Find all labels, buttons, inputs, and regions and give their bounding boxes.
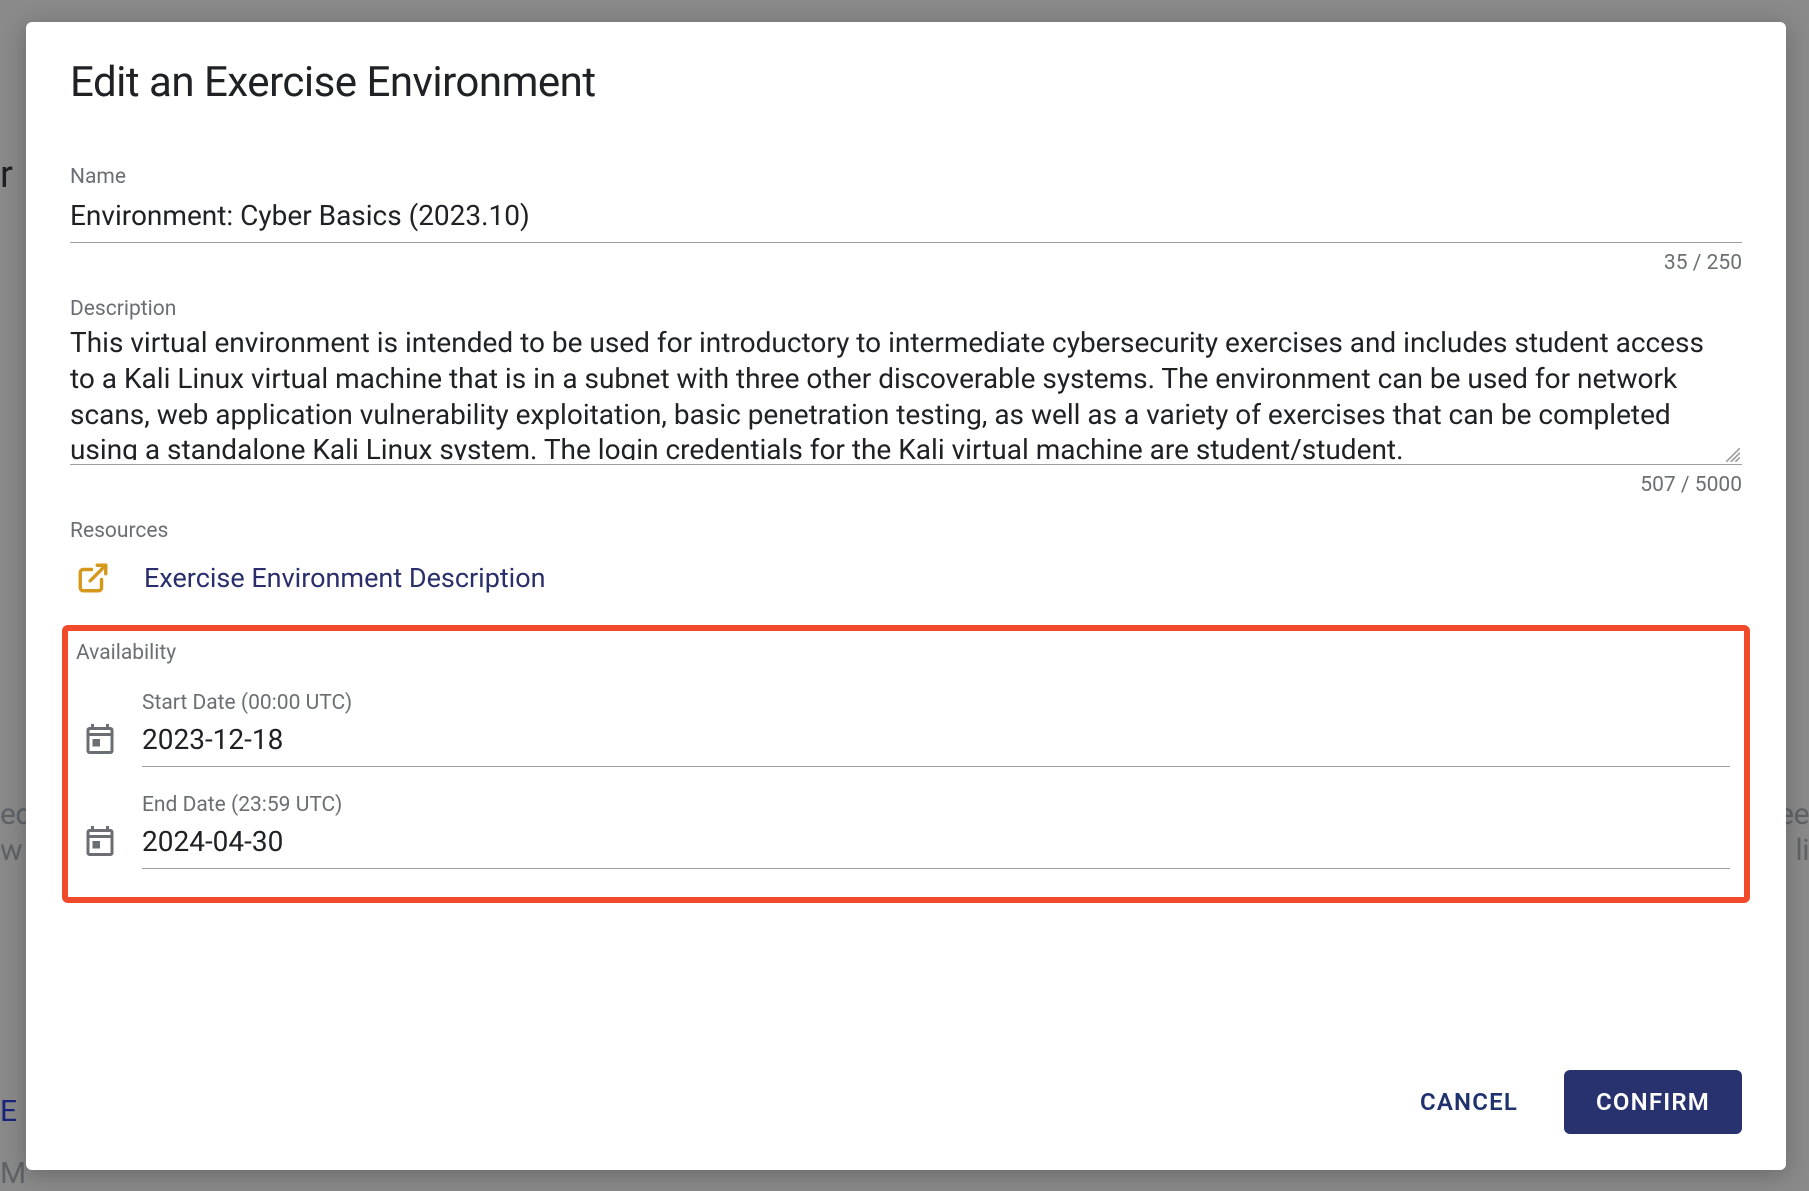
resource-link[interactable]: Exercise Environment Description (144, 562, 546, 594)
description-textarea[interactable] (70, 325, 1742, 460)
name-input[interactable] (70, 193, 1742, 243)
name-field: Name (70, 165, 1742, 243)
bg-text: r (0, 153, 12, 197)
confirm-button[interactable]: CONFIRM (1564, 1070, 1742, 1134)
description-label: Description (70, 297, 1742, 321)
dialog-title: Edit an Exercise Environment (70, 58, 1742, 107)
end-date-input[interactable] (142, 821, 1730, 869)
calendar-icon[interactable] (82, 823, 118, 859)
start-date-row: Start Date (00:00 UTC) (76, 691, 1730, 767)
name-char-counter: 35 / 250 (70, 251, 1742, 275)
cancel-button[interactable]: CANCEL (1410, 1074, 1528, 1130)
resource-row: Exercise Environment Description (70, 561, 1742, 595)
bg-text: li (1795, 833, 1809, 868)
description-field: Description (70, 297, 1742, 465)
start-date-input[interactable] (142, 719, 1730, 767)
end-date-label: End Date (23:59 UTC) (142, 793, 1730, 817)
open-in-new-icon[interactable] (76, 561, 110, 595)
resources-label: Resources (70, 519, 1742, 543)
edit-environment-dialog: Edit an Exercise Environment Name 35 / 2… (26, 22, 1786, 1170)
bg-text: E (0, 1094, 17, 1129)
end-date-row: End Date (23:59 UTC) (76, 793, 1730, 869)
availability-label: Availability (76, 641, 1730, 665)
availability-highlight: Availability Start Date (00:00 UTC) (62, 625, 1750, 903)
description-char-counter: 507 / 5000 (70, 473, 1742, 497)
bg-text: w (0, 833, 22, 868)
bg-text: M (0, 1156, 26, 1191)
calendar-icon[interactable] (82, 721, 118, 757)
dialog-actions: CANCEL CONFIRM (1410, 1070, 1742, 1134)
name-label: Name (70, 165, 1742, 189)
start-date-label: Start Date (00:00 UTC) (142, 691, 1730, 715)
